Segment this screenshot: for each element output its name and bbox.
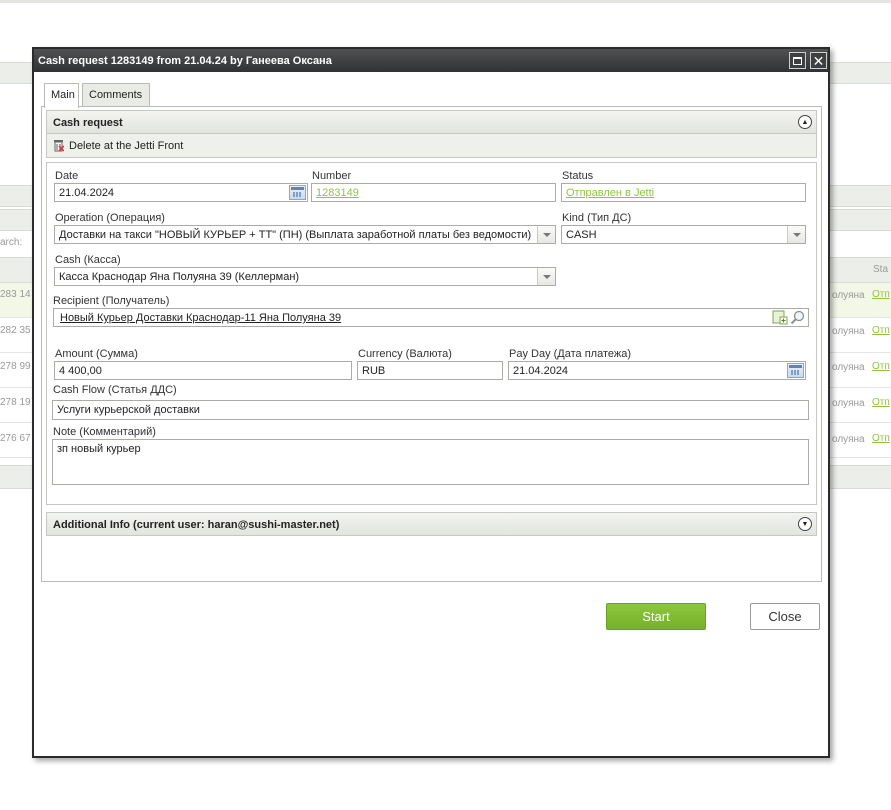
chevron-down-icon xyxy=(542,232,551,237)
recipient-value: Новый Курьер Доставки Краснодар-11 Яна П… xyxy=(60,312,342,324)
cash-request-dialog: Cash request 1283149 from 21.04.24 by Га… xyxy=(32,47,830,758)
background-row-id: 278 99 xyxy=(0,361,31,372)
status-label: Status xyxy=(562,170,594,182)
cash-request-section-header[interactable]: Cash request ▲ xyxy=(46,110,817,134)
cash-flow-label: Cash Flow (Статья ДДС) xyxy=(53,384,177,396)
trash-icon xyxy=(54,140,64,152)
section-toolbar: Delete at the Jetti Front xyxy=(46,134,817,158)
background-row-name: олуяна xyxy=(832,398,865,409)
number-value: 1283149 xyxy=(316,187,359,199)
background-row-status-link[interactable]: Отп xyxy=(872,433,890,444)
chevron-down-icon xyxy=(792,232,801,237)
calendar-icon[interactable] xyxy=(787,363,804,378)
cash-select[interactable]: Касса Краснодар Яна Полуяна 39 (Келлерма… xyxy=(54,267,556,286)
tab-main[interactable]: Main xyxy=(44,83,79,108)
recipient-field[interactable]: Новый Курьер Доставки Краснодар-11 Яна П… xyxy=(53,308,809,327)
tab-comments[interactable]: Comments xyxy=(82,83,150,107)
date-label: Date xyxy=(55,170,79,182)
note-textarea[interactable]: зп новый курьер xyxy=(52,439,809,485)
operation-select[interactable]: Доставки на такси "НОВЫЙ КУРЬЕР + ТТ" (П… xyxy=(54,225,556,244)
cash-request-form: Date 21.04.2024 Number 1283149 Status От… xyxy=(46,162,817,505)
recipient-label: Recipient (Получатель) xyxy=(53,295,170,307)
operation-dropdown-button[interactable] xyxy=(537,226,555,243)
collapse-up-icon[interactable]: ▲ xyxy=(798,115,812,129)
background-row-name: олуяна xyxy=(832,290,865,301)
amount-value: 4 400,00 xyxy=(59,365,102,377)
kind-dropdown-button[interactable] xyxy=(787,226,805,243)
kind-select[interactable]: CASH xyxy=(561,225,806,244)
status-value: Отправлен в Jetti xyxy=(566,187,655,199)
cash-value: Касса Краснодар Яна Полуяна 39 (Келлерма… xyxy=(59,271,300,283)
currency-field[interactable]: RUB xyxy=(357,361,503,380)
tab-content-main: Cash request ▲ Delete at the Jetti Front… xyxy=(41,106,822,630)
background-row-status-link[interactable]: Отп xyxy=(872,289,890,300)
amount-label: Amount (Сумма) xyxy=(55,348,138,360)
dialog-title: Cash request 1283149 from 21.04.24 by Га… xyxy=(38,55,332,67)
note-label: Note (Комментарий) xyxy=(53,426,156,438)
background-top-border xyxy=(0,0,891,3)
date-value: 21.04.2024 xyxy=(59,187,115,199)
cash-dropdown-button[interactable] xyxy=(537,268,555,285)
background-row-status-link[interactable]: Отп xyxy=(872,397,890,408)
status-field[interactable]: Отправлен в Jetti xyxy=(561,183,806,202)
background-row-name: олуяна xyxy=(832,326,865,337)
cash-flow-field[interactable]: Услуги курьерской доставки xyxy=(52,400,809,420)
number-field[interactable]: 1283149 xyxy=(311,183,556,202)
operation-value: Доставки на такси "НОВЫЙ КУРЬЕР + ТТ" (П… xyxy=(59,229,532,241)
section-title: Cash request xyxy=(53,117,123,129)
delete-jetti-label: Delete at the Jetti Front xyxy=(69,140,184,152)
background-row-status-link[interactable]: Отп xyxy=(872,325,890,336)
calendar-icon[interactable] xyxy=(289,185,306,200)
expand-down-icon[interactable]: ▼ xyxy=(798,517,812,531)
background-row-name: олуяна xyxy=(832,434,865,445)
background-row-status-link[interactable]: Отп xyxy=(872,361,890,372)
pay-day-label: Pay Day (Дата платежа) xyxy=(509,348,632,360)
background-row-id: 278 19 xyxy=(0,397,31,408)
maximize-icon xyxy=(793,56,802,65)
background-search-label: arch: xyxy=(0,237,23,248)
kind-value: CASH xyxy=(566,229,597,241)
currency-label: Currency (Валюта) xyxy=(358,348,452,360)
currency-value: RUB xyxy=(362,365,386,377)
pay-day-field[interactable]: 21.04.2024 xyxy=(508,361,806,380)
background-row-id: 283 14 xyxy=(0,289,31,300)
date-field[interactable]: 21.04.2024 xyxy=(54,183,308,202)
chevron-down-icon xyxy=(542,274,551,279)
add-recipient-icon[interactable] xyxy=(772,310,788,325)
kind-label: Kind (Тип ДС) xyxy=(562,212,632,224)
delete-jetti-button[interactable]: Delete at the Jetti Front xyxy=(53,140,183,152)
cash-flow-value: Услуги курьерской доставки xyxy=(57,404,200,416)
dialog-titlebar[interactable]: Cash request 1283149 from 21.04.24 by Га… xyxy=(34,49,828,72)
close-icon: ✕ xyxy=(812,52,825,69)
maximize-button[interactable] xyxy=(789,52,806,69)
background-row-id: 276 67 xyxy=(0,433,31,444)
search-icon[interactable] xyxy=(790,310,806,325)
cash-label: Cash (Касса) xyxy=(55,254,121,266)
close-window-button[interactable]: ✕ xyxy=(810,52,827,69)
number-label: Number xyxy=(312,170,352,182)
start-button[interactable]: Start xyxy=(606,603,706,630)
close-button[interactable]: Close xyxy=(750,603,820,630)
background-row-name: олуяна xyxy=(832,362,865,373)
section-title: Additional Info (current user: haran@sus… xyxy=(53,519,340,531)
note-value: зп новый курьер xyxy=(57,443,141,455)
background-row-id: 282 35 xyxy=(0,325,31,336)
pay-day-value: 21.04.2024 xyxy=(513,365,569,377)
amount-field[interactable]: 4 400,00 xyxy=(54,361,352,380)
operation-label: Operation (Операция) xyxy=(55,212,165,224)
additional-info-section-header[interactable]: Additional Info (current user: haran@sus… xyxy=(46,512,817,536)
background-status-column: Sta xyxy=(873,264,889,275)
